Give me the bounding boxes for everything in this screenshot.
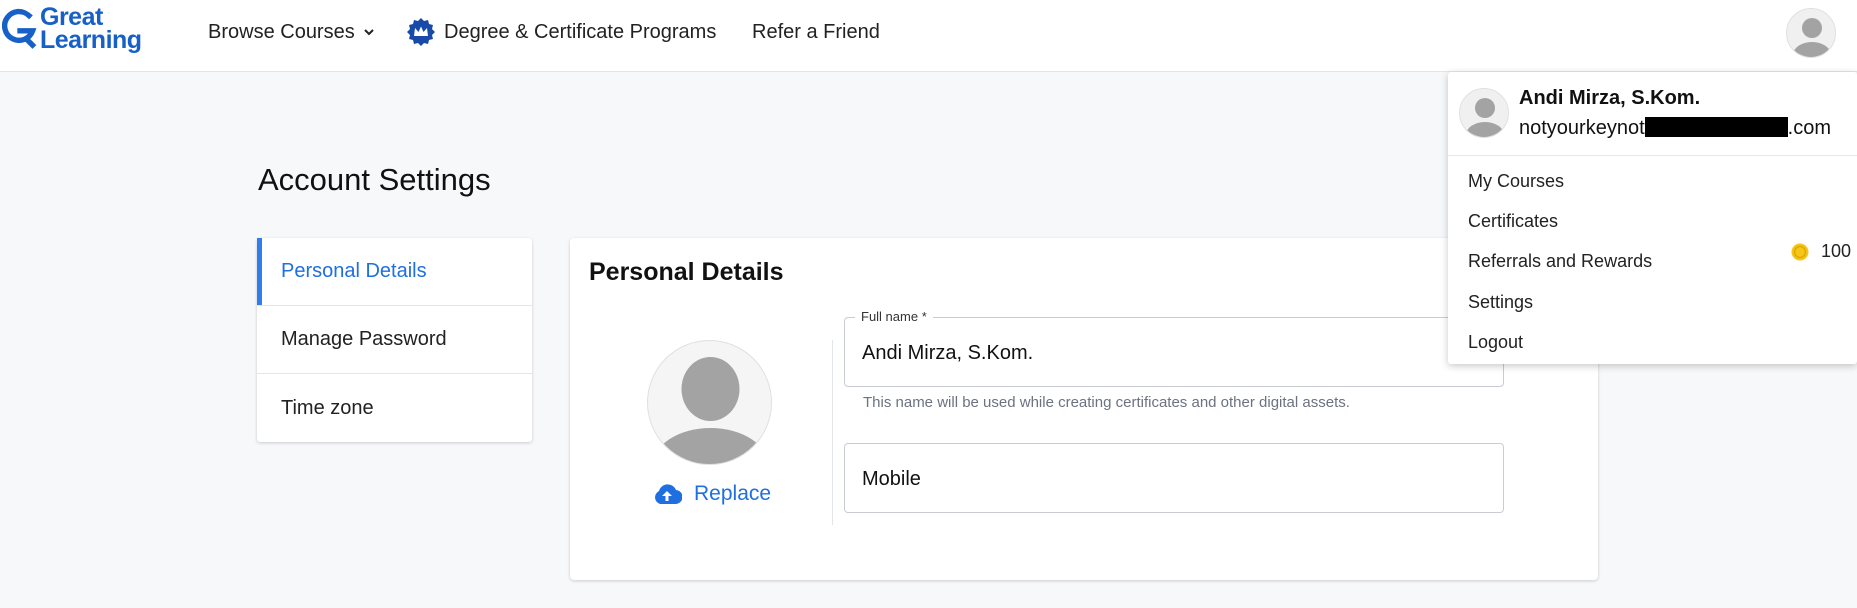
nav-degree-label: Degree & Certificate Programs — [444, 20, 717, 43]
full-name-hint: This name will be used while creating ce… — [863, 394, 1350, 411]
page-title: Account Settings — [258, 162, 491, 197]
mobile-placeholder: Mobile — [862, 468, 921, 490]
reward-coins: 100 — [1791, 241, 1851, 262]
menu-item-logout[interactable]: Logout — [1468, 332, 1523, 353]
sidebar-item-manage-password[interactable]: Manage Password — [257, 306, 532, 374]
user-avatar-button[interactable] — [1786, 8, 1836, 58]
menu-item-certificates[interactable]: Certificates — [1468, 211, 1558, 232]
avatar-icon — [1793, 18, 1831, 57]
full-name-label: Full name * — [855, 309, 933, 324]
menu-item-my-courses[interactable]: My Courses — [1468, 171, 1564, 192]
full-name-value: Andi Mirza, S.Kom. — [862, 342, 1034, 364]
email-suffix: .com — [1787, 117, 1831, 139]
great-learning-logo[interactable]: Great Learning — [2, 4, 142, 54]
settings-sidebar: Personal Details Manage Password Time zo… — [257, 238, 532, 442]
dropdown-avatar — [1459, 88, 1509, 138]
coin-icon — [1791, 243, 1809, 260]
nav-browse-label: Browse Courses — [208, 20, 355, 43]
dropdown-user-name: Andi Mirza, S.Kom. — [1519, 87, 1701, 109]
sidebar-item-personal-details[interactable]: Personal Details — [257, 238, 532, 306]
sidebar-item-label: Personal Details — [281, 260, 427, 282]
card-title: Personal Details — [589, 258, 784, 286]
logo-word-learning: Learning — [40, 26, 142, 54]
redaction-bar — [1644, 117, 1788, 137]
nav-browse-courses[interactable]: Browse Courses — [208, 0, 375, 64]
nav-refer-label: Refer a Friend — [752, 20, 880, 43]
dropdown-user-email: notyourkeynot .com — [1519, 117, 1831, 140]
avatar-icon — [1466, 98, 1504, 137]
top-header: Great Learning Browse Courses Degree & C… — [0, 0, 1857, 72]
menu-item-settings[interactable]: Settings — [1468, 292, 1533, 313]
vertical-divider — [832, 340, 833, 525]
chevron-down-icon — [364, 29, 374, 36]
cloud-upload-icon — [655, 484, 682, 505]
profile-photo — [647, 340, 772, 465]
nav-refer-friend[interactable]: Refer a Friend — [752, 0, 880, 64]
mobile-field[interactable]: Mobile — [844, 443, 1504, 513]
sidebar-item-time-zone[interactable]: Time zone — [257, 374, 532, 442]
personal-details-card: Personal Details Replace Full name * And… — [570, 238, 1598, 580]
replace-label: Replace — [694, 482, 772, 505]
avatar-icon — [652, 357, 769, 464]
full-name-field[interactable]: Full name * Andi Mirza, S.Kom. — [844, 309, 1504, 387]
sidebar-item-label: Time zone — [281, 396, 374, 419]
user-dropdown-menu: Andi Mirza, S.Kom. notyourkeynot .com My … — [1448, 72, 1857, 364]
coin-count: 100 — [1821, 241, 1852, 261]
email-prefix: notyourkeynot — [1519, 117, 1645, 139]
replace-photo-button[interactable]: Replace — [652, 482, 771, 506]
menu-item-referrals-rewards[interactable]: Referrals and Rewards — [1468, 251, 1652, 272]
dropdown-separator — [1448, 155, 1857, 156]
logo-g-icon — [2, 8, 37, 49]
sidebar-item-label: Manage Password — [281, 328, 447, 350]
crown-icon — [407, 18, 435, 46]
nav-degree-programs[interactable]: Degree & Certificate Programs — [406, 0, 716, 64]
